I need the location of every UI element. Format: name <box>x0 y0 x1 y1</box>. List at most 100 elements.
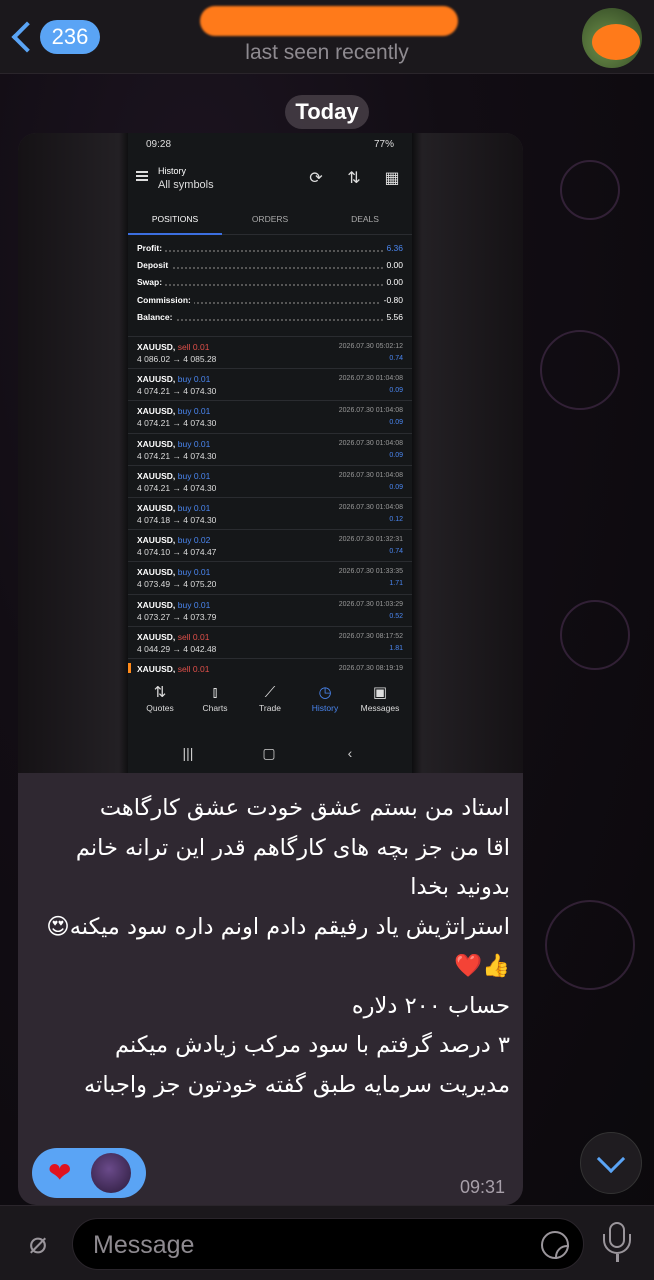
deal-row[interactable]: XAUUSD, buy 0.01 4 073.27 → 4 073.79 2026.… <box>128 595 412 627</box>
tab-positions[interactable]: POSITIONS <box>128 205 222 235</box>
mic-arc <box>603 1234 631 1254</box>
calendar-icon[interactable]: ▦ <box>382 169 402 189</box>
refresh-icon[interactable]: ⟳ <box>306 169 326 189</box>
message-input[interactable] <box>93 1227 513 1263</box>
scroll-down-button[interactable] <box>580 1132 642 1194</box>
tab-orders[interactable]: ORDERS <box>223 205 317 235</box>
summary-label: Deposit <box>137 260 172 271</box>
trading-app-screenshot: 09:28 77% History All symbols ⟳ ⇅ ▦ POSI… <box>128 133 412 773</box>
phone-time: 09:28 <box>146 139 172 150</box>
summary-value: 5.56 <box>383 311 403 322</box>
app-toolbar: History All symbols ⟳ ⇅ ▦ <box>128 161 412 201</box>
mic-stem <box>616 1254 619 1262</box>
deal-row[interactable]: XAUUSD, buy 0.01 4 074.21 → 4 074.30 2026.… <box>128 434 412 466</box>
chevron-down-icon <box>596 1144 626 1174</box>
deal-row[interactable]: XAUUSD, buy 0.01 4 073.49 → 4 075.20 2026.… <box>128 562 412 595</box>
deal-prices: 4 074.21 → 4 074.30 <box>137 450 217 461</box>
summary-value: -0.80 <box>380 294 403 305</box>
deal-symbol: XAUUSD, <box>137 374 176 385</box>
nav-messages[interactable]: ▣ Messages <box>352 683 408 713</box>
chat-screen: 236 last seen recently Today 09:28 77% H… <box>0 0 654 1280</box>
menu-icon[interactable] <box>136 171 148 181</box>
message-bubble[interactable]: 09:28 77% History All symbols ⟳ ⇅ ▦ POSI… <box>18 133 523 1205</box>
deal-time: 2026.07.30 08:19:19 <box>338 664 403 672</box>
deal-side: buy 0.01 <box>177 374 211 385</box>
nav-trade[interactable]: ⟋ Trade <box>242 683 298 713</box>
summary-label: Profit: <box>137 243 166 253</box>
deal-row[interactable]: XAUUSD, buy 0.01 4 074.21 → 4 074.30 2026.… <box>128 401 412 434</box>
reaction-chip[interactable]: ❤ <box>32 1148 146 1198</box>
summary-label: Balance: <box>137 311 176 322</box>
recent-apps-icon[interactable]: ||| <box>178 745 198 761</box>
chat-header: 236 last seen recently <box>0 0 654 74</box>
deal-prices: 4 074.21 → 4 074.30 <box>137 482 217 493</box>
background-doodle <box>560 160 620 220</box>
nav-history[interactable]: ◷ History <box>297 683 353 713</box>
deal-row[interactable]: XAUUSD, buy 0.01 4 074.21 → 4 074.30 2026.… <box>128 466 412 498</box>
system-back-icon[interactable]: ‹ <box>340 745 360 761</box>
deal-time: 2026.07.30 01:04:08 <box>338 471 403 479</box>
dot-leader <box>137 267 403 270</box>
tab-deals[interactable]: DEALS <box>318 205 412 235</box>
deal-profit: 0.09 <box>389 387 403 395</box>
symbol-filter[interactable]: All symbols <box>158 179 214 191</box>
home-icon[interactable]: ▢ <box>259 745 279 761</box>
nav-label: Messages <box>360 703 400 713</box>
deal-time: 2026.07.30 01:03:29 <box>338 600 403 608</box>
background-doodle <box>560 600 630 670</box>
contact-status: last seen recently <box>245 41 409 64</box>
summary-value: 6.36 <box>383 243 403 253</box>
history-tabs: POSITIONS ORDERS DEALS <box>128 205 412 235</box>
deal-prices: 4 074.21 → 4 074.30 <box>137 386 217 397</box>
deal-prices: 4 074.21 → 4 074.30 <box>137 418 217 429</box>
deal-symbol: XAUUSD, <box>137 438 176 449</box>
message-text: استاد من بستم عشق خودت عشق کارگاهت اقا م… <box>46 795 510 1098</box>
sticker-icon[interactable] <box>541 1231 569 1259</box>
deal-side: buy 0.01 <box>177 567 211 578</box>
deal-time: 2026.07.30 01:04:08 <box>338 503 403 511</box>
deal-prices: 4 073.49 → 4 075.20 <box>137 579 217 590</box>
deal-profit: 0.52 <box>389 612 403 620</box>
nav-quotes[interactable]: ⇅ Quotes <box>132 683 188 713</box>
deal-row[interactable]: XAUUSD, buy 0.02 4 074.10 → 4 074.47 2026.… <box>128 530 412 563</box>
deal-side: sell 0.01 <box>177 342 210 352</box>
deal-row[interactable]: XAUUSD, sell 0.01 4 044.29 → 4 042.48 2026… <box>128 627 412 659</box>
dot-leader <box>137 284 403 287</box>
account-summary: Profit: 6.36 Deposit 0.00 Swap: 0.00 Commissio… <box>137 243 403 329</box>
nav-label: History <box>311 703 339 713</box>
summary-row: Balance: 5.56 <box>137 311 403 329</box>
deal-row[interactable]: XAUUSD, sell 0.01 4 086.02 → 4 085.28 2026… <box>128 337 412 370</box>
microphone-icon[interactable] <box>600 1222 634 1266</box>
nav-label: Trade <box>259 703 281 713</box>
deal-symbol: XAUUSD, <box>137 406 176 417</box>
deal-row[interactable]: XAUUSD, buy 0.01 4 074.18 → 4 074.30 2026.… <box>128 498 412 531</box>
trade-icon: ⟋ <box>264 684 276 701</box>
nav-charts[interactable]: ⫾ Charts <box>187 683 243 713</box>
deal-time: 2026.07.30 05:02:12 <box>338 343 403 350</box>
history-icon: ◷ <box>318 684 332 701</box>
summary-label: Swap: <box>137 277 166 288</box>
paperclip-icon[interactable]: ⌀ <box>18 1224 58 1264</box>
deal-profit: 0.09 <box>389 419 403 427</box>
deal-time: 2026.07.30 08:17:52 <box>338 632 403 640</box>
deal-side: sell 0.01 <box>177 631 210 642</box>
redacted-contact-name <box>200 6 458 36</box>
nav-label: Quotes <box>146 703 174 713</box>
app-title: History <box>158 166 187 176</box>
background-doodle <box>545 900 635 990</box>
phone-status-bar: 09:28 77% <box>146 139 394 153</box>
deal-side: buy 0.01 <box>177 502 211 513</box>
message-photo[interactable]: 09:28 77% History All symbols ⟳ ⇅ ▦ POSI… <box>18 133 523 773</box>
summary-label: Commission: <box>137 294 194 305</box>
contact-avatar[interactable] <box>582 8 642 68</box>
deal-time: 2026.07.30 01:04:08 <box>338 375 403 383</box>
deal-prices: 4 074.18 → 4 074.30 <box>137 514 217 525</box>
deal-symbol: XAUUSD, <box>137 342 176 352</box>
quotes-icon: ⇅ <box>153 684 167 701</box>
sort-icon[interactable]: ⇅ <box>344 169 364 189</box>
deal-symbol: XAUUSD, <box>137 599 176 610</box>
message-input-box[interactable] <box>72 1218 584 1270</box>
nav-label: Charts <box>202 703 228 713</box>
deal-symbol: XAUUSD, <box>137 502 176 513</box>
deal-row[interactable]: XAUUSD, buy 0.01 4 074.21 → 4 074.30 2026.… <box>128 369 412 402</box>
